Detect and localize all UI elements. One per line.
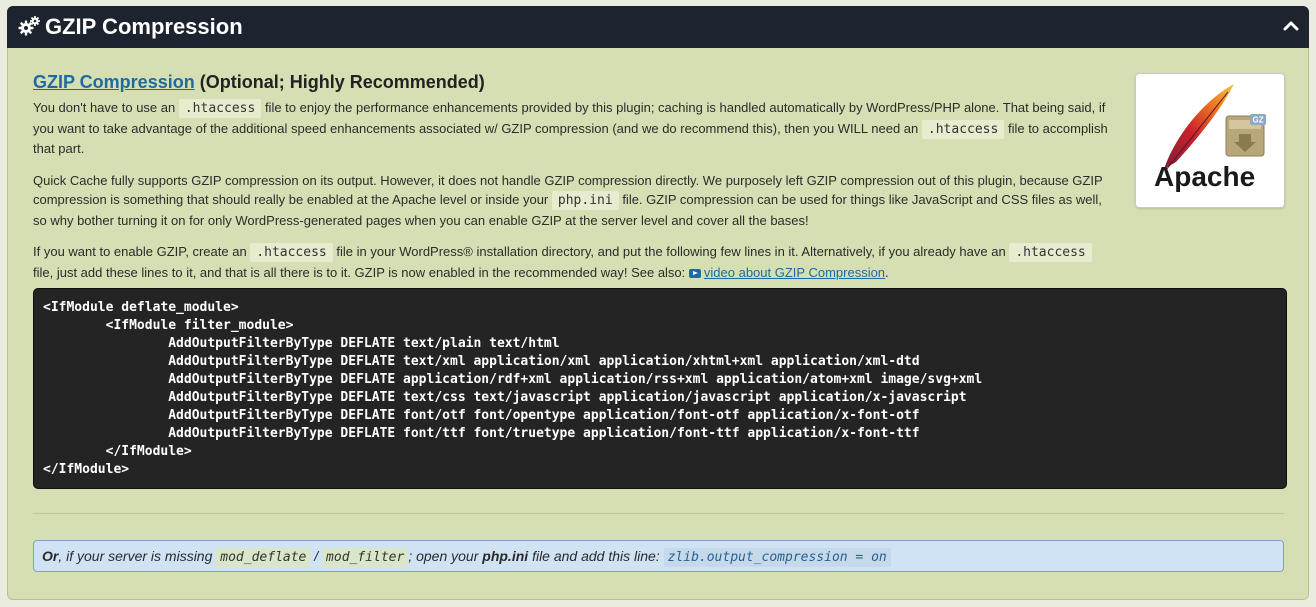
- text: You don't have to use an: [33, 100, 176, 115]
- text: ; open your: [408, 548, 479, 564]
- apache-wordmark: Apache: [1154, 161, 1255, 192]
- text: file in your WordPress® installation dir…: [336, 244, 1006, 259]
- video-icon: [688, 268, 701, 278]
- code-htaccess: .htaccess: [1009, 243, 1092, 262]
- code-htaccess: .htaccess: [178, 99, 262, 118]
- code-mod-deflate: mod_deflate: [216, 548, 311, 567]
- chevron-up-icon[interactable]: [1283, 18, 1299, 34]
- php-ini-label: php.ini: [482, 548, 529, 564]
- apache-feather-logo: GZ Apache: [1154, 84, 1266, 192]
- description: GZIP Compression (Optional; Highly Recom…: [33, 68, 1109, 294]
- text: If you want to enable GZIP, create an: [33, 244, 247, 259]
- code-htaccess: .htaccess: [921, 119, 1005, 139]
- text: , if your server is missing: [58, 548, 213, 564]
- video-link[interactable]: video about GZIP Compression: [688, 264, 886, 280]
- gears-icon: [18, 16, 40, 36]
- php-ini-note: Or, if your server is missing mod_deflat…: [33, 540, 1284, 572]
- gz-badge: GZ: [1253, 116, 1264, 125]
- code-htaccess: .htaccess: [250, 243, 333, 262]
- section-heading: GZIP Compression (Optional; Highly Recom…: [33, 68, 1109, 96]
- code-zlib-line: zlib.output_compression = on: [663, 548, 891, 567]
- video-link-label: video about GZIP Compression: [703, 264, 886, 280]
- text: /: [314, 548, 319, 564]
- text: file and add this line:: [532, 548, 660, 564]
- panel-header[interactable]: GZIP Compression: [7, 6, 1309, 48]
- paragraph-support: Quick Cache fully supports GZIP compress…: [33, 171, 1109, 231]
- paragraph-htaccess: You don't have to use an .htaccess file …: [33, 98, 1109, 159]
- heading-suffix: (Optional; Highly Recommended): [199, 72, 485, 92]
- panel-body: GZIP Compression (Optional; Highly Recom…: [7, 48, 1309, 600]
- htaccess-code-block[interactable]: <IfModule deflate_module> <IfModule filt…: [33, 288, 1287, 489]
- code-mod-filter: mod_filter: [322, 548, 409, 567]
- code-php-ini: php.ini: [551, 191, 619, 210]
- gzip-compression-link[interactable]: GZIP Compression: [33, 72, 195, 92]
- divider: [33, 513, 1284, 514]
- text: .: [885, 264, 889, 280]
- text: file, just add these lines to it, and th…: [33, 264, 686, 280]
- paragraph-enable: If you want to enable GZIP, create an .h…: [33, 242, 1109, 282]
- panel-title: GZIP Compression: [45, 14, 243, 39]
- apache-logo: GZ Apache: [1135, 73, 1285, 208]
- gzip-panel: GZIP Compression GZIP Compression (Optio…: [7, 6, 1309, 601]
- note-or: Or: [42, 548, 59, 564]
